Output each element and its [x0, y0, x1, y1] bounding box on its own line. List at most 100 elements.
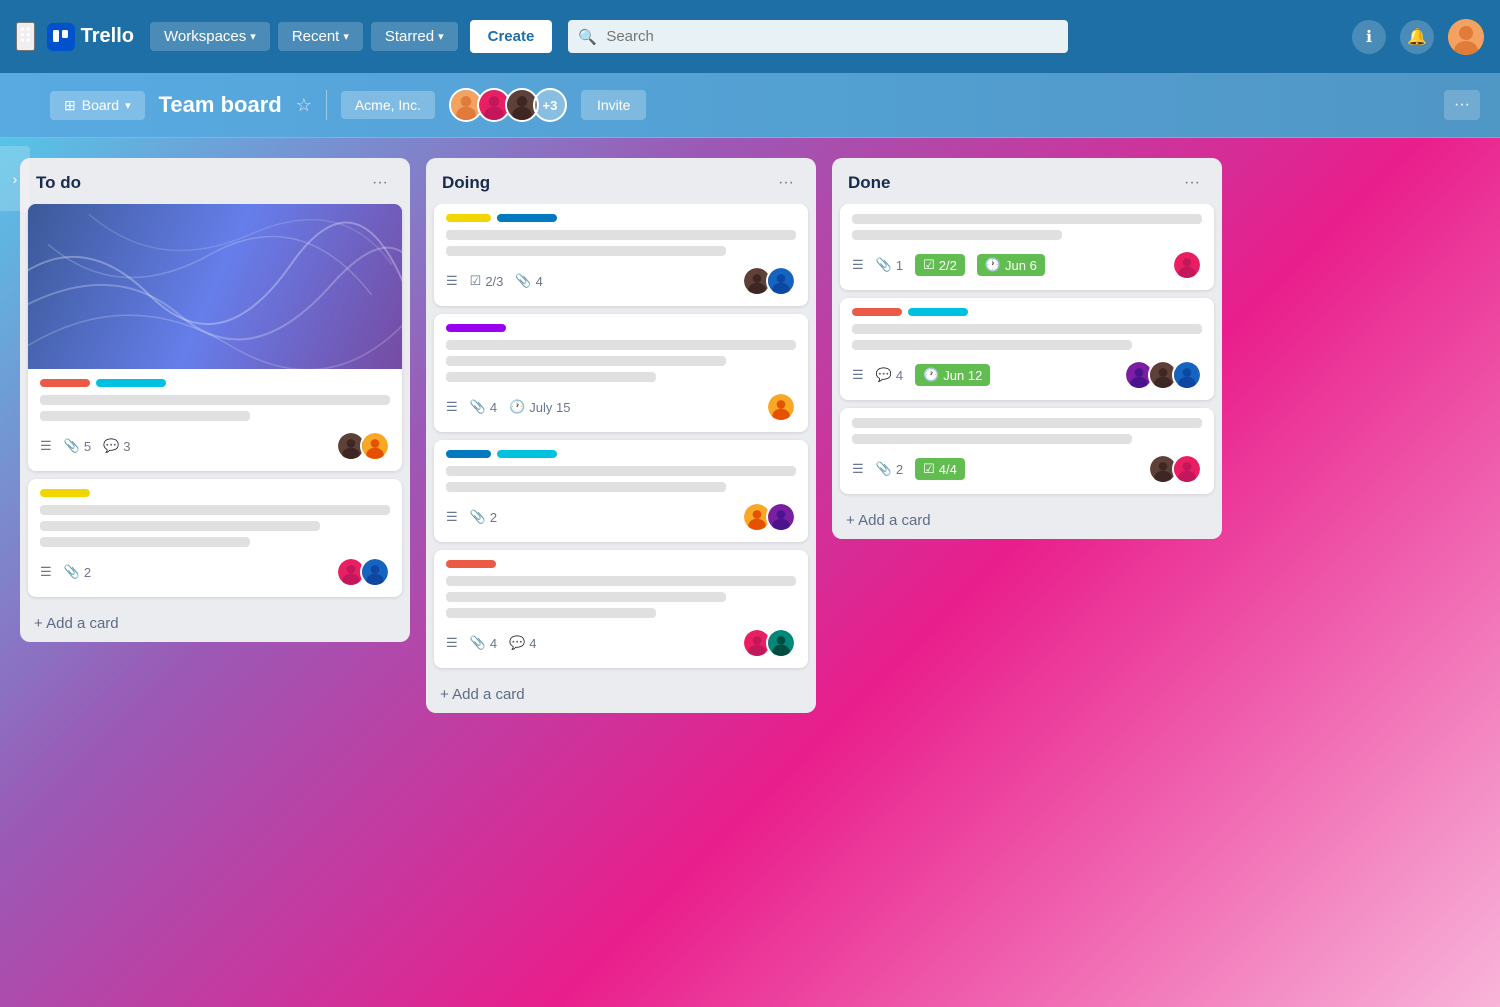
done-card-2[interactable]: ☰ 💬 4 🕐 Jun 12 [840, 298, 1214, 400]
card-text-2 [40, 411, 250, 421]
card-footer-doing-1: ☰ ☑ 2/3 📎 4 [446, 266, 796, 296]
comment-icon-3: 💬 [876, 367, 892, 383]
done-text-1 [852, 214, 1202, 224]
done-text-4 [852, 340, 1132, 350]
desc-icon-todo-1: ☰ [40, 438, 52, 454]
done-card-1[interactable]: ☰ 📎 1 ☑ 2/2 🕐 Jun 6 [840, 204, 1214, 290]
member-avatars: +3 [449, 88, 567, 122]
attachments-todo-2: 📎 2 [64, 564, 91, 580]
card-avatar-yellow [360, 431, 390, 461]
doing-text-6 [446, 466, 796, 476]
logo[interactable]: Trello [47, 23, 134, 51]
list-todo-menu[interactable]: ··· [366, 172, 394, 194]
label-red-3 [852, 308, 902, 316]
recent-menu[interactable]: Recent ▾ [278, 22, 363, 51]
card-meta-done-2: ☰ 💬 4 🕐 Jun 12 [852, 364, 990, 386]
card-avatars-todo-2 [336, 557, 390, 587]
workspace-badge[interactable]: Acme, Inc. [341, 91, 435, 119]
label-yellow [40, 489, 90, 497]
done-card-3[interactable]: ☰ 📎 2 ☑ 4/4 [840, 408, 1214, 494]
card-body-done-2: ☰ 💬 4 🕐 Jun 12 [840, 298, 1214, 400]
doing-card-1[interactable]: ☰ ☑ 2/3 📎 4 [434, 204, 808, 306]
checklist-badge-done-3: ☑ 4/4 [915, 458, 965, 480]
sidebar-toggle[interactable]: › [0, 146, 30, 211]
card-avatars-done-1 [1172, 250, 1202, 280]
attachments-done-1: 📎 1 [876, 257, 903, 273]
doing-text-5 [446, 372, 656, 382]
workspaces-menu[interactable]: Workspaces ▾ [150, 22, 270, 51]
recent-label: Recent [292, 28, 340, 45]
card-avatar-pink-3 [1172, 250, 1202, 280]
notifications-button[interactable]: 🔔 [1400, 20, 1434, 54]
paperclip-icon-7: 📎 [876, 257, 892, 273]
member-count[interactable]: +3 [533, 88, 567, 122]
create-button[interactable]: Create [470, 20, 553, 53]
list-done: Done ··· ☰ 📎 1 ☑ 2/2 [832, 158, 1222, 539]
list-doing-menu[interactable]: ··· [772, 172, 800, 194]
card-footer-todo-2: ☰ 📎 2 [40, 557, 390, 587]
doing-text-1 [446, 230, 796, 240]
doing-card-3[interactable]: ☰ 📎 2 [434, 440, 808, 542]
card-body-todo-1: ☰ 📎 5 💬 3 [28, 369, 402, 471]
workspaces-chevron: ▾ [250, 30, 256, 43]
attachments-doing-2: 📎 4 [470, 399, 497, 415]
paperclip-icon-2: 📎 [64, 564, 80, 580]
card-body-todo-2: ☰ 📎 2 [28, 479, 402, 597]
card-meta-done-1: ☰ 📎 1 ☑ 2/2 🕐 Jun 6 [852, 254, 1045, 276]
attachments-doing-4: 📎 4 [470, 635, 497, 651]
add-card-doing[interactable]: + Add a card [426, 676, 816, 713]
desc-icon-doing-3: ☰ [446, 509, 458, 525]
doing-card-4[interactable]: ☰ 📎 4 💬 4 [434, 550, 808, 668]
list-doing-title: Doing [442, 173, 490, 193]
add-card-todo[interactable]: + Add a card [20, 605, 410, 642]
search-input[interactable] [568, 20, 1068, 53]
card-avatar-pink-4 [1172, 454, 1202, 484]
board-icon: ⊞ [64, 97, 76, 114]
label-darkblue [446, 450, 491, 458]
list-todo-body: ☰ 📎 5 💬 3 [20, 204, 410, 605]
starred-menu[interactable]: Starred ▾ [371, 22, 458, 51]
attachments-doing-1: 📎 4 [515, 273, 542, 289]
card-avatars-done-3 [1148, 454, 1202, 484]
card-avatars-doing-4 [742, 628, 796, 658]
todo-card-2[interactable]: ☰ 📎 2 [28, 479, 402, 597]
done-text-2 [852, 230, 1062, 240]
clock-icon-3: 🕐 [923, 367, 939, 383]
search-container: 🔍 [568, 20, 1068, 53]
label-purple [446, 324, 506, 332]
card-footer-todo-1: ☰ 📎 5 💬 3 [40, 431, 390, 461]
list-done-menu[interactable]: ··· [1178, 172, 1206, 194]
doing-card-2[interactable]: ☰ 📎 4 🕐 July 15 [434, 314, 808, 432]
todo-card-1[interactable]: ☰ 📎 5 💬 3 [28, 204, 402, 471]
label-red [40, 379, 90, 387]
card-body-doing-3: ☰ 📎 2 [434, 440, 808, 542]
workspaces-label: Workspaces [164, 28, 246, 45]
user-avatar[interactable] [1448, 19, 1484, 55]
doing-text-9 [446, 592, 726, 602]
invite-button[interactable]: Invite [581, 90, 646, 120]
divider [326, 90, 327, 120]
add-card-done[interactable]: + Add a card [832, 502, 1222, 539]
attachments-doing-3: 📎 2 [470, 509, 497, 525]
card-footer-done-2: ☰ 💬 4 🕐 Jun 12 [852, 360, 1202, 390]
paperclip-icon: 📎 [64, 438, 80, 454]
comment-icon-2: 💬 [509, 635, 525, 651]
card-text-4 [40, 521, 320, 531]
desc-icon-done-3: ☰ [852, 461, 864, 477]
board-view-button[interactable]: ⊞ Board ▾ [50, 91, 145, 120]
comment-icon: 💬 [103, 438, 119, 454]
card-labels-doing-3 [446, 450, 796, 458]
card-avatar-blue [360, 557, 390, 587]
list-done-header: Done ··· [832, 158, 1222, 204]
list-todo: To do ··· [20, 158, 410, 642]
view-chevron: ▾ [125, 99, 131, 112]
star-button[interactable]: ☆ [296, 95, 312, 116]
grid-icon[interactable]: ⠿ [16, 22, 35, 51]
doing-text-3 [446, 340, 796, 350]
info-button[interactable]: ℹ [1352, 20, 1386, 54]
more-button[interactable]: ··· [1444, 90, 1480, 120]
card-avatars-doing-1 [742, 266, 796, 296]
checklist-doing-1: ☑ 2/3 [470, 273, 504, 289]
card-meta-doing-4: ☰ 📎 4 💬 4 [446, 635, 537, 651]
card-meta-doing-1: ☰ ☑ 2/3 📎 4 [446, 273, 543, 289]
